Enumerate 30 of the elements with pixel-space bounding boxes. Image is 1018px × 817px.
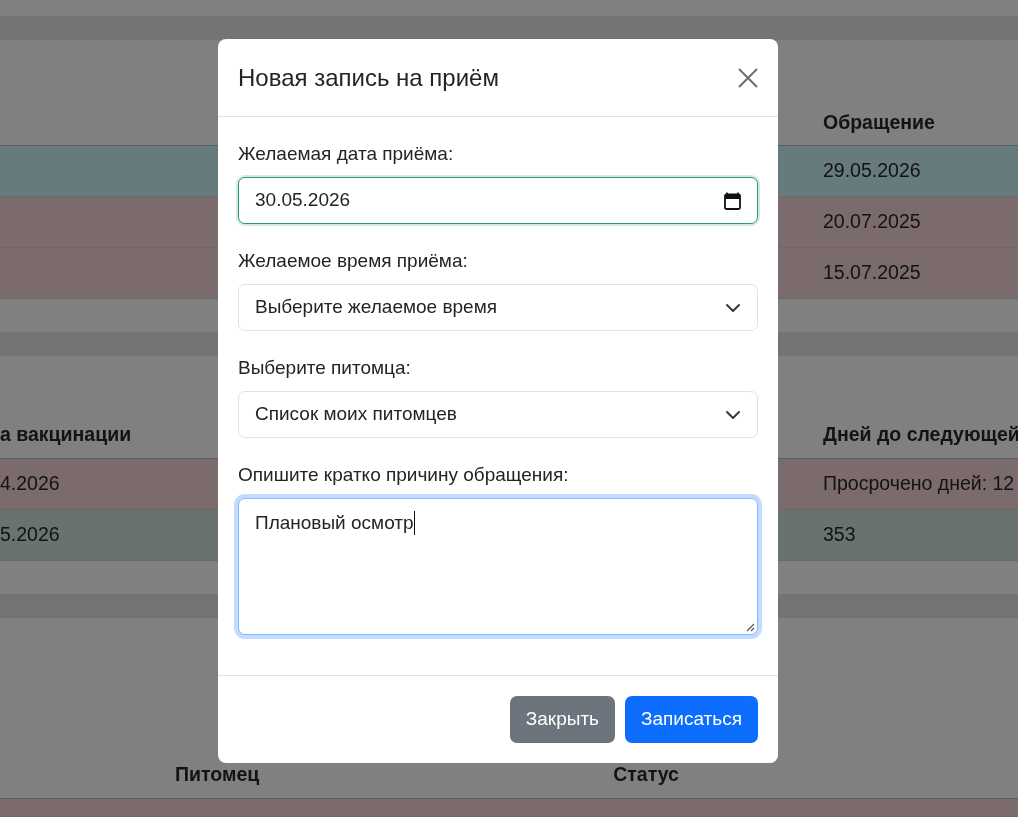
modal-title: Новая запись на приём bbox=[238, 62, 499, 93]
field-label: Выберите питомца: bbox=[238, 356, 412, 380]
table-cell-text: 20.07.2025 bbox=[822, 209, 922, 235]
chevron-down-icon bbox=[725, 409, 741, 420]
resize-grip-icon bbox=[746, 623, 755, 632]
submit-button[interactable]: Записаться bbox=[625, 696, 758, 743]
table-cell-text: 5.2026 bbox=[0, 522, 61, 548]
column-header: а вакцинации bbox=[0, 422, 133, 448]
text-area[interactable]: Плановый осмотр bbox=[238, 498, 758, 635]
table-cell-text: 353 bbox=[823, 522, 857, 548]
table-cell-text: 15.07.2025 bbox=[822, 260, 922, 286]
text-cursor-icon bbox=[413, 511, 415, 536]
table-cell-text: 4.2026 bbox=[0, 471, 61, 497]
column-header: Дней до следующей bbox=[823, 422, 1018, 448]
field-label: Желаемая дата приёма: bbox=[238, 142, 455, 166]
column-header: Статус bbox=[613, 761, 680, 787]
table-cell-text: 29.05.2026 bbox=[822, 158, 922, 184]
calendar-icon bbox=[724, 191, 741, 210]
column-header: Обращение bbox=[822, 109, 936, 135]
dismiss-button[interactable] bbox=[738, 67, 758, 88]
field-label: Опишите кратко причину обращения: bbox=[238, 463, 570, 487]
table-cell-text: Просрочено дней: 12 bbox=[823, 471, 1016, 497]
close-icon bbox=[738, 67, 758, 88]
column-header: Питомец bbox=[175, 761, 261, 787]
chevron-down-icon bbox=[725, 302, 741, 313]
select-field[interactable]: Выберите желаемое время bbox=[238, 284, 758, 331]
select-field[interactable]: Список моих питомцев bbox=[238, 391, 758, 438]
date-field[interactable]: 30.05.2026 bbox=[238, 177, 758, 224]
close-button[interactable]: Закрыть bbox=[509, 696, 615, 743]
field-label: Желаемое время приёма: bbox=[238, 249, 469, 273]
